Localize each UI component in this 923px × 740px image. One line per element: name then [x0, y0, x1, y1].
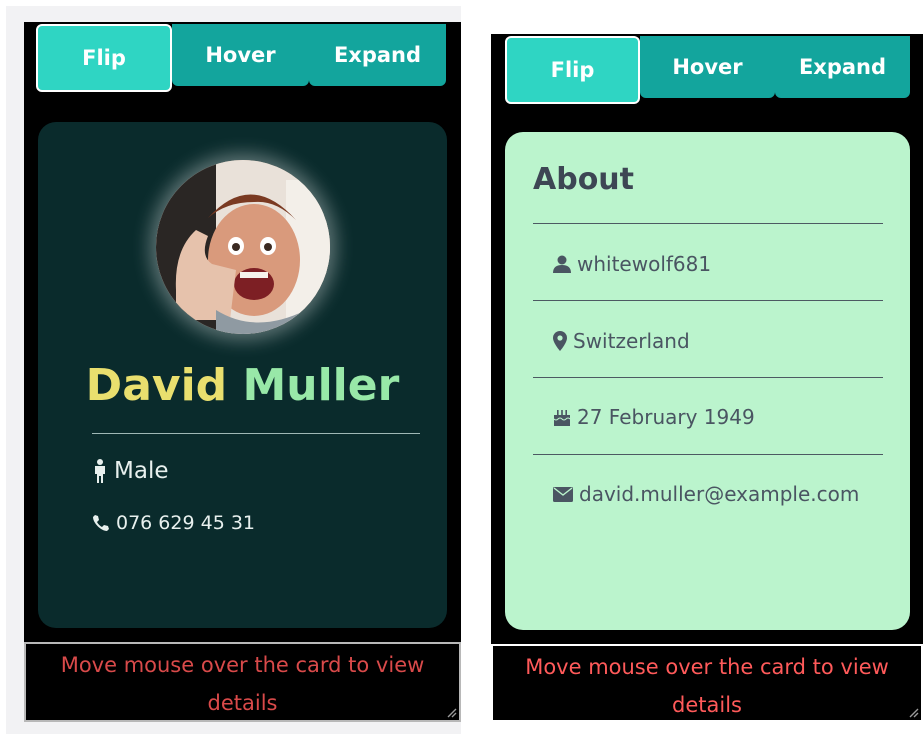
birthday-cake-icon: [553, 408, 571, 426]
tab-hover[interactable]: Hover: [640, 36, 775, 98]
flip-card-front-panel: Flip Hover Expand David Muller Male 076 …: [24, 22, 461, 722]
divider: [92, 433, 420, 434]
location-row: Switzerland: [553, 329, 690, 353]
hint-text: Move mouse over the card to view details: [60, 653, 425, 715]
email: david.muller@example.com: [579, 482, 860, 506]
phone-row: 076 629 45 31: [92, 512, 255, 534]
map-pin-icon: [553, 331, 567, 351]
profile-name: David Muller: [38, 360, 447, 411]
gender-row: Male: [92, 458, 168, 484]
tab-bar: Flip Hover Expand: [36, 24, 446, 92]
resize-grip-icon[interactable]: [907, 706, 919, 718]
hint-textarea[interactable]: Move mouse over the card to view details: [24, 642, 461, 722]
avatar: [156, 160, 330, 334]
tab-flip[interactable]: Flip: [505, 36, 640, 104]
gender-label: Male: [114, 458, 169, 484]
birthday: 27 February 1949: [577, 405, 755, 429]
last-name: Muller: [242, 360, 400, 411]
username-row: whitewolf681: [553, 252, 711, 276]
tab-bar: Flip Hover Expand: [505, 36, 910, 104]
user-icon: [553, 255, 571, 273]
flip-card-back-panel: Flip Hover Expand About whitewolf681 Swi…: [491, 34, 923, 722]
phone-icon: [92, 514, 110, 532]
birthday-row: 27 February 1949: [553, 405, 755, 429]
tab-expand[interactable]: Expand: [309, 24, 446, 86]
hint-textarea[interactable]: Move mouse over the card to view details: [491, 644, 923, 722]
divider: [533, 377, 883, 378]
username: whitewolf681: [577, 252, 712, 276]
tab-flip[interactable]: Flip: [36, 24, 172, 92]
person-standing-icon: [92, 459, 108, 483]
phone-number: 076 629 45 31: [116, 512, 256, 534]
avatar-photo: [156, 160, 330, 334]
hint-text: Move mouse over the card to view details: [525, 655, 889, 717]
profile-card-front[interactable]: David Muller Male 076 629 45 31: [38, 122, 447, 628]
email-row: david.muller@example.com: [553, 482, 859, 506]
divider: [533, 300, 883, 301]
about-heading: About: [533, 162, 635, 197]
tab-hover[interactable]: Hover: [172, 24, 309, 86]
tab-expand[interactable]: Expand: [775, 36, 910, 98]
profile-card-back[interactable]: About whitewolf681 Switzerland 27 Februa…: [505, 132, 910, 630]
envelope-icon: [553, 486, 573, 502]
resize-grip-icon[interactable]: [445, 706, 457, 718]
divider: [533, 454, 883, 455]
first-name: David: [85, 360, 228, 411]
location: Switzerland: [573, 329, 690, 353]
divider: [533, 223, 883, 224]
